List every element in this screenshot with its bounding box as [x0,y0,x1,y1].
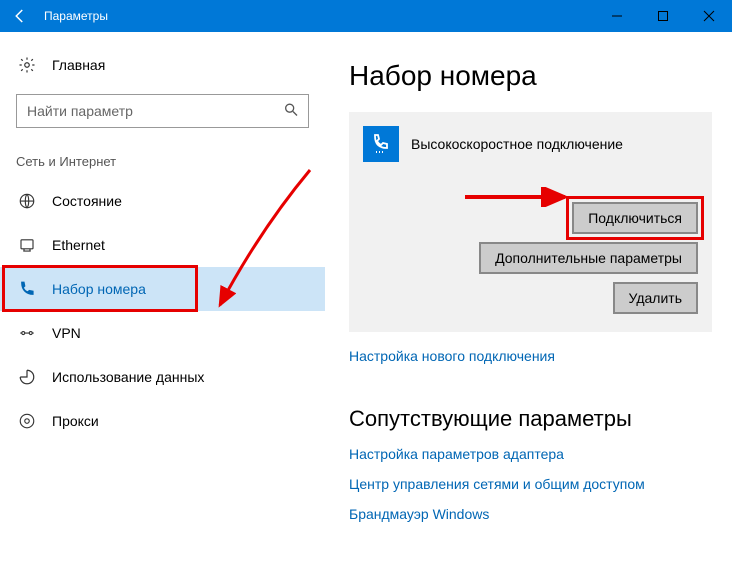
related-link-firewall[interactable]: Брандмауэр Windows [349,506,712,522]
sidebar-item-ethernet[interactable]: Ethernet [0,223,325,267]
connection-card[interactable]: Высокоскоростное подключение Подключитьс… [349,112,712,332]
connect-button[interactable]: Подключиться [572,202,698,234]
sidebar-item-label: Ethernet [52,237,105,253]
gear-icon [16,56,38,74]
page-heading: Набор номера [349,60,712,92]
sidebar-item-proxy[interactable]: Прокси [0,399,325,443]
advanced-button[interactable]: Дополнительные параметры [479,242,698,274]
search-box [16,94,309,128]
phone-icon [16,280,38,298]
sidebar-item-vpn[interactable]: VPN [0,311,325,355]
maximize-button[interactable] [640,0,686,32]
sidebar-item-label: Прокси [52,413,99,429]
sidebar: Главная Сеть и Интернет Состояние Ethern… [0,32,325,574]
sidebar-item-label: Состояние [52,193,122,209]
search-input[interactable] [16,94,309,128]
sidebar-home-label: Главная [52,57,105,73]
sidebar-item-dialup[interactable]: Набор номера [0,267,325,311]
related-link-adapter[interactable]: Настройка параметров адаптера [349,446,712,462]
titlebar: Параметры [0,0,732,32]
connection-name: Высокоскоростное подключение [411,136,623,152]
main-pane: Набор номера Высокоскоростное подключени… [325,32,732,574]
related-link-sharing[interactable]: Центр управления сетями и общим доступом [349,476,712,492]
vpn-icon [16,324,38,342]
search-icon [283,102,299,121]
connection-icon [363,126,399,162]
new-connection-link[interactable]: Настройка нового подключения [349,348,555,364]
back-button[interactable] [0,0,40,32]
sidebar-item-label: VPN [52,325,81,341]
minimize-button[interactable] [594,0,640,32]
window-title: Параметры [40,9,108,23]
sidebar-section-label: Сеть и Интернет [0,148,325,179]
sidebar-home[interactable]: Главная [0,48,325,82]
sidebar-item-label: Набор номера [52,281,146,297]
ethernet-icon [16,236,38,254]
globe-icon [16,192,38,210]
sidebar-item-status[interactable]: Состояние [0,179,325,223]
data-usage-icon [16,368,38,386]
sidebar-item-datausage[interactable]: Использование данных [0,355,325,399]
delete-button[interactable]: Удалить [613,282,698,314]
proxy-icon [16,412,38,430]
sidebar-item-label: Использование данных [52,369,204,385]
related-heading: Сопутствующие параметры [349,406,712,432]
close-button[interactable] [686,0,732,32]
